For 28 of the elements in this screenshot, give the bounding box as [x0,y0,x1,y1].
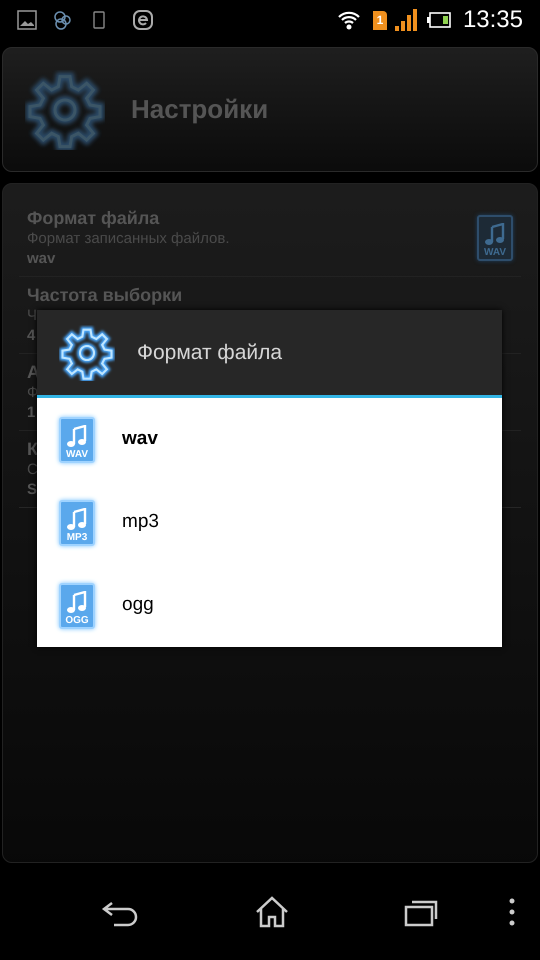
clock: 13:35 [462,8,523,32]
circles-notification-icon [53,9,73,31]
picture-notification-icon [17,10,37,30]
wifi-icon [336,9,361,31]
setting-value: S [27,480,38,500]
audio-file-icon: WAV [477,215,513,261]
setting-title: Формат файла [27,207,160,229]
signal-icon [394,9,417,31]
setting-value: 4 [27,326,36,346]
setting-title: К [27,438,38,460]
format-option[interactable]: MP3 mp3 [37,481,502,564]
phone-notification-icon [93,11,105,29]
format-option[interactable]: WAV wav [37,398,502,481]
battery-icon [426,12,451,28]
screen-title: Настройки [131,93,268,126]
dialog-title: Формат файла [137,340,282,366]
audio-file-icon: OGG [59,582,95,628]
sim-badge: 1 [372,10,387,30]
format-option[interactable]: OGG ogg [37,564,502,647]
audio-file-icon: WAV [59,416,95,462]
gear-icon [25,70,105,150]
audio-file-icon: MP3 [59,500,95,546]
setting-title: Частота выборки [27,284,182,306]
menu-icon[interactable] [509,898,515,926]
setting-value: wav [27,249,56,269]
home-icon[interactable] [255,896,289,928]
gear-icon [59,324,115,380]
setting-value: 1 [27,403,36,423]
